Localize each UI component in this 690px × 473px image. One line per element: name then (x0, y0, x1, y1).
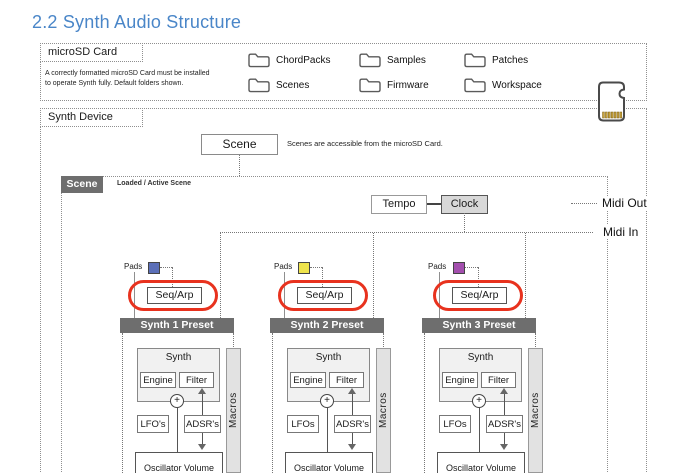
midi-in-label: Midi In (602, 225, 639, 239)
pads-label: Pads (428, 262, 446, 271)
adsr-filter-line (202, 394, 203, 415)
adsr-osc-arrowhead (500, 444, 508, 450)
folder-label: Patches (492, 55, 528, 66)
pads-connector-h (310, 267, 322, 268)
adsr-osc-arrowhead (198, 444, 206, 450)
engine-box: Engine (442, 372, 478, 388)
folder-label: Scenes (276, 80, 309, 91)
filter-box: Filter (329, 372, 364, 388)
folder-label: Samples (387, 55, 426, 66)
pad-color-swatch (298, 262, 310, 274)
preset-box-left-edge (272, 333, 273, 473)
microsd-card-label: microSD Card (40, 43, 143, 62)
lfo-box: LFOs (439, 415, 471, 433)
synth-2-column: Pads Seq/Arp Synth 2 Preset Synth Engine… (272, 255, 392, 473)
folder-label: Workspace (492, 80, 542, 91)
microsd-card-icon (597, 81, 628, 122)
folder-scenes: Scenes (247, 77, 309, 94)
pads-label: Pads (124, 262, 142, 271)
scene-box: Scene (201, 134, 278, 155)
synth-3-column: Pads Seq/Arp Synth 3 Preset Synth Engine… (424, 255, 544, 473)
engine-box: Engine (290, 372, 326, 388)
pads-connector-h (160, 267, 172, 268)
clock-box: Clock (441, 195, 488, 214)
scene-box-note: Scenes are accessible from the microSD C… (287, 139, 443, 148)
lfo-box: LFOs (287, 415, 319, 433)
oscillator-volume-box: Oscillator Volume (285, 452, 373, 473)
midi-out-leader-line (571, 203, 597, 204)
pad-color-swatch (453, 262, 465, 274)
sum-osc-line (479, 408, 480, 452)
midi-in-bus-line (220, 232, 593, 233)
folder-patches: Patches (463, 52, 528, 69)
preset-header: Synth 3 Preset (422, 318, 536, 333)
lfo-box: LFO's (137, 415, 169, 433)
pad-color-swatch (148, 262, 160, 274)
sum-node: + (320, 394, 334, 408)
synth-box-title: Synth (439, 352, 522, 363)
clock-midi-drop-line (464, 213, 465, 232)
folder-icon (358, 77, 382, 94)
tempo-clock-line (427, 203, 441, 205)
engine-box: Engine (140, 372, 176, 388)
sum-osc-line (177, 408, 178, 452)
tempo-box: Tempo (371, 195, 427, 214)
microsd-contacts (603, 112, 622, 118)
folder-samples: Samples (358, 52, 426, 69)
synth-device-label: Synth Device (40, 108, 143, 127)
scene-connector-line (239, 155, 240, 176)
scene-region-note: Loaded / Active Scene (117, 180, 191, 187)
adsr-box: ADSR's (486, 415, 523, 433)
folder-workspace: Workspace (463, 77, 542, 94)
seq-arp-highlight-ring (278, 280, 368, 311)
folder-icon (358, 52, 382, 69)
pads-label: Pads (274, 262, 292, 271)
sum-node: + (170, 394, 184, 408)
filter-box: Filter (481, 372, 516, 388)
synth-1-column: Pads Seq/Arp Synth 1 Preset Synth Engine… (122, 255, 242, 473)
folder-chordpacks: ChordPacks (247, 52, 330, 69)
oscillator-volume-box: Oscillator Volume (135, 452, 223, 473)
adsr-filter-line (352, 394, 353, 415)
folder-firmware: Firmware (358, 77, 429, 94)
seq-arp-highlight-ring (128, 280, 218, 311)
microsd-note-line1: A correctly formatted microSD Card must … (45, 69, 210, 78)
synth-box-title: Synth (287, 352, 370, 363)
folder-label: Firmware (387, 80, 429, 91)
adsr-box: ADSR's (184, 415, 221, 433)
synth-audio-structure-diagram: 2.2 Synth Audio Structure microSD Card A… (0, 0, 690, 473)
adsr-box: ADSR's (334, 415, 371, 433)
folder-icon (463, 52, 487, 69)
adsr-osc-line (504, 433, 505, 444)
folder-label: ChordPacks (276, 55, 330, 66)
adsr-osc-line (352, 433, 353, 444)
oscillator-volume-box: Oscillator Volume (437, 452, 525, 473)
seq-arp-highlight-ring (433, 280, 523, 311)
folder-icon (247, 52, 271, 69)
microsd-note-line2: to operate Synth fully. Default folders … (45, 79, 183, 88)
preset-box-left-edge (122, 333, 123, 473)
macros-bar: Macros (376, 348, 391, 473)
preset-header: Synth 2 Preset (270, 318, 384, 333)
midi-out-label: Midi Out (601, 196, 648, 210)
preset-box-left-edge (424, 333, 425, 473)
scene-region-label: Scene (61, 176, 103, 193)
macros-bar: Macros (226, 348, 241, 473)
folder-icon (463, 77, 487, 94)
adsr-osc-line (202, 433, 203, 444)
adsr-filter-line (504, 394, 505, 415)
adsr-osc-arrowhead (348, 444, 356, 450)
sum-osc-line (327, 408, 328, 452)
filter-box: Filter (179, 372, 214, 388)
folder-icon (247, 77, 271, 94)
macros-bar: Macros (528, 348, 543, 473)
page-title: 2.2 Synth Audio Structure (32, 12, 241, 33)
sum-node: + (472, 394, 486, 408)
pads-connector-h (465, 267, 478, 268)
preset-header: Synth 1 Preset (120, 318, 234, 333)
synth-box-title: Synth (137, 352, 220, 363)
